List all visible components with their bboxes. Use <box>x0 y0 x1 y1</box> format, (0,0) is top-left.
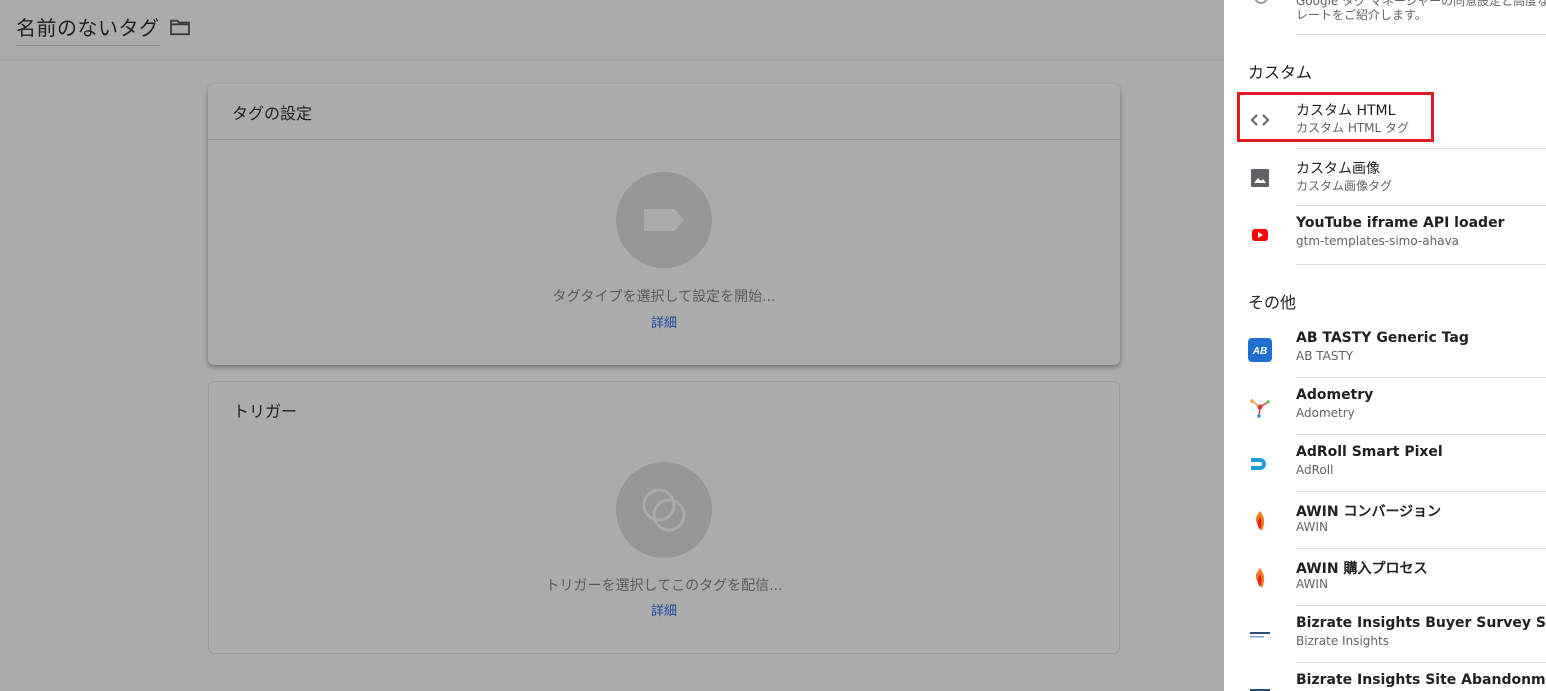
trigger-more-link[interactable]: 詳細 <box>209 600 1119 619</box>
image-icon <box>1251 169 1269 187</box>
youtube-icon <box>1252 229 1268 241</box>
adometry-logo-icon <box>1250 399 1270 418</box>
item-title: Bizrate Insights Buyer Survey Solution <box>1296 615 1546 631</box>
svg-text:AB: AB <box>1252 346 1267 357</box>
tag-config-title: タグの設定 <box>208 84 1120 140</box>
item-title: AWIN 購入プロセス <box>1296 561 1428 577</box>
editor-header: 名前のないタグ <box>0 0 1224 60</box>
trigger-card[interactable]: トリガー トリガーを選択してこのタグを配信... 詳細 <box>208 381 1120 654</box>
highlight-box <box>1237 92 1434 142</box>
awin-logo-icon <box>1255 511 1265 531</box>
item-subtitle: AWIN <box>1296 520 1328 534</box>
trigger-hint: トリガーを選択してこのタグを配信... <box>545 578 783 594</box>
section-custom: カスタム <box>1248 63 1313 82</box>
tag-type-youtube-iframe[interactable]: YouTube iframe API loader gtm-templates-… <box>1224 206 1546 263</box>
bizrate-logo-icon <box>1250 632 1270 638</box>
item-subtitle: AWIN <box>1296 577 1328 591</box>
item-subtitle: gtm-templates-simo-ahava <box>1296 234 1460 248</box>
bizrate-logo-icon <box>1250 689 1270 691</box>
item-title: AdRoll Smart Pixel <box>1296 444 1443 460</box>
abtasty-logo-icon: AB <box>1248 338 1272 362</box>
divider <box>1296 34 1546 35</box>
item-subtitle: AB TASTY <box>1296 349 1354 363</box>
trigger-title: トリガー <box>233 402 298 421</box>
item-title: Adometry <box>1296 387 1374 403</box>
tag-type-awin-purchase[interactable]: AWIN 購入プロセス AWIN <box>1224 549 1546 606</box>
item-subtitle: AdRoll <box>1296 463 1334 477</box>
tag-type-awin-conversion[interactable]: AWIN コンバージョン AWIN <box>1224 492 1546 549</box>
tag-config-more-link[interactable]: 詳細 <box>208 312 1120 331</box>
folder-icon[interactable] <box>169 18 191 36</box>
tag-config-hint: タグタイプを選択して設定を開始... <box>552 289 776 305</box>
item-subtitle: Adometry <box>1296 406 1355 420</box>
trigger-placeholder[interactable] <box>616 462 712 558</box>
item-title: AB TASTY Generic Tag <box>1296 330 1469 346</box>
tag-type-custom-image[interactable]: カスタム画像 カスタム画像タグ <box>1224 149 1546 206</box>
divider <box>1296 264 1546 265</box>
item-title: カスタム画像 <box>1296 161 1380 177</box>
item-title: YouTube iframe API loader <box>1296 215 1505 231</box>
section-other: その他 <box>1248 293 1297 312</box>
partial-item-description: Google タグ マネージャーの同意設定と高度な レートをご紹介します。 <box>1296 0 1546 22</box>
tag-type-bizrate-site-abandonment[interactable]: Bizrate Insights Site Abandonment Sur <box>1224 663 1546 691</box>
tag-type-adometry[interactable]: Adometry Adometry <box>1224 378 1546 435</box>
tag-config-card[interactable]: タグの設定 タグタイプを選択して設定を開始... 詳細 <box>208 84 1120 365</box>
adroll-logo-icon <box>1251 458 1266 470</box>
partial-item-icon <box>1254 0 1268 4</box>
trigger-icon <box>642 488 686 532</box>
tag-type-placeholder[interactable] <box>616 172 712 268</box>
tag-type-abtasty[interactable]: AB AB TASTY Generic Tag AB TASTY <box>1224 321 1546 378</box>
awin-logo-icon <box>1255 568 1265 588</box>
tag-type-bizrate-buyer-survey[interactable]: Bizrate Insights Buyer Survey Solution B… <box>1224 606 1546 663</box>
tag-type-adroll[interactable]: AdRoll Smart Pixel AdRoll <box>1224 435 1546 492</box>
item-subtitle: Bizrate Insights <box>1296 634 1389 648</box>
tag-icon <box>644 209 684 231</box>
item-title: AWIN コンバージョン <box>1296 504 1442 520</box>
tag-name-title[interactable]: 名前のないタグ <box>16 12 160 46</box>
item-title: Bizrate Insights Site Abandonment Sur <box>1296 672 1546 688</box>
item-subtitle: カスタム画像タグ <box>1296 179 1393 193</box>
